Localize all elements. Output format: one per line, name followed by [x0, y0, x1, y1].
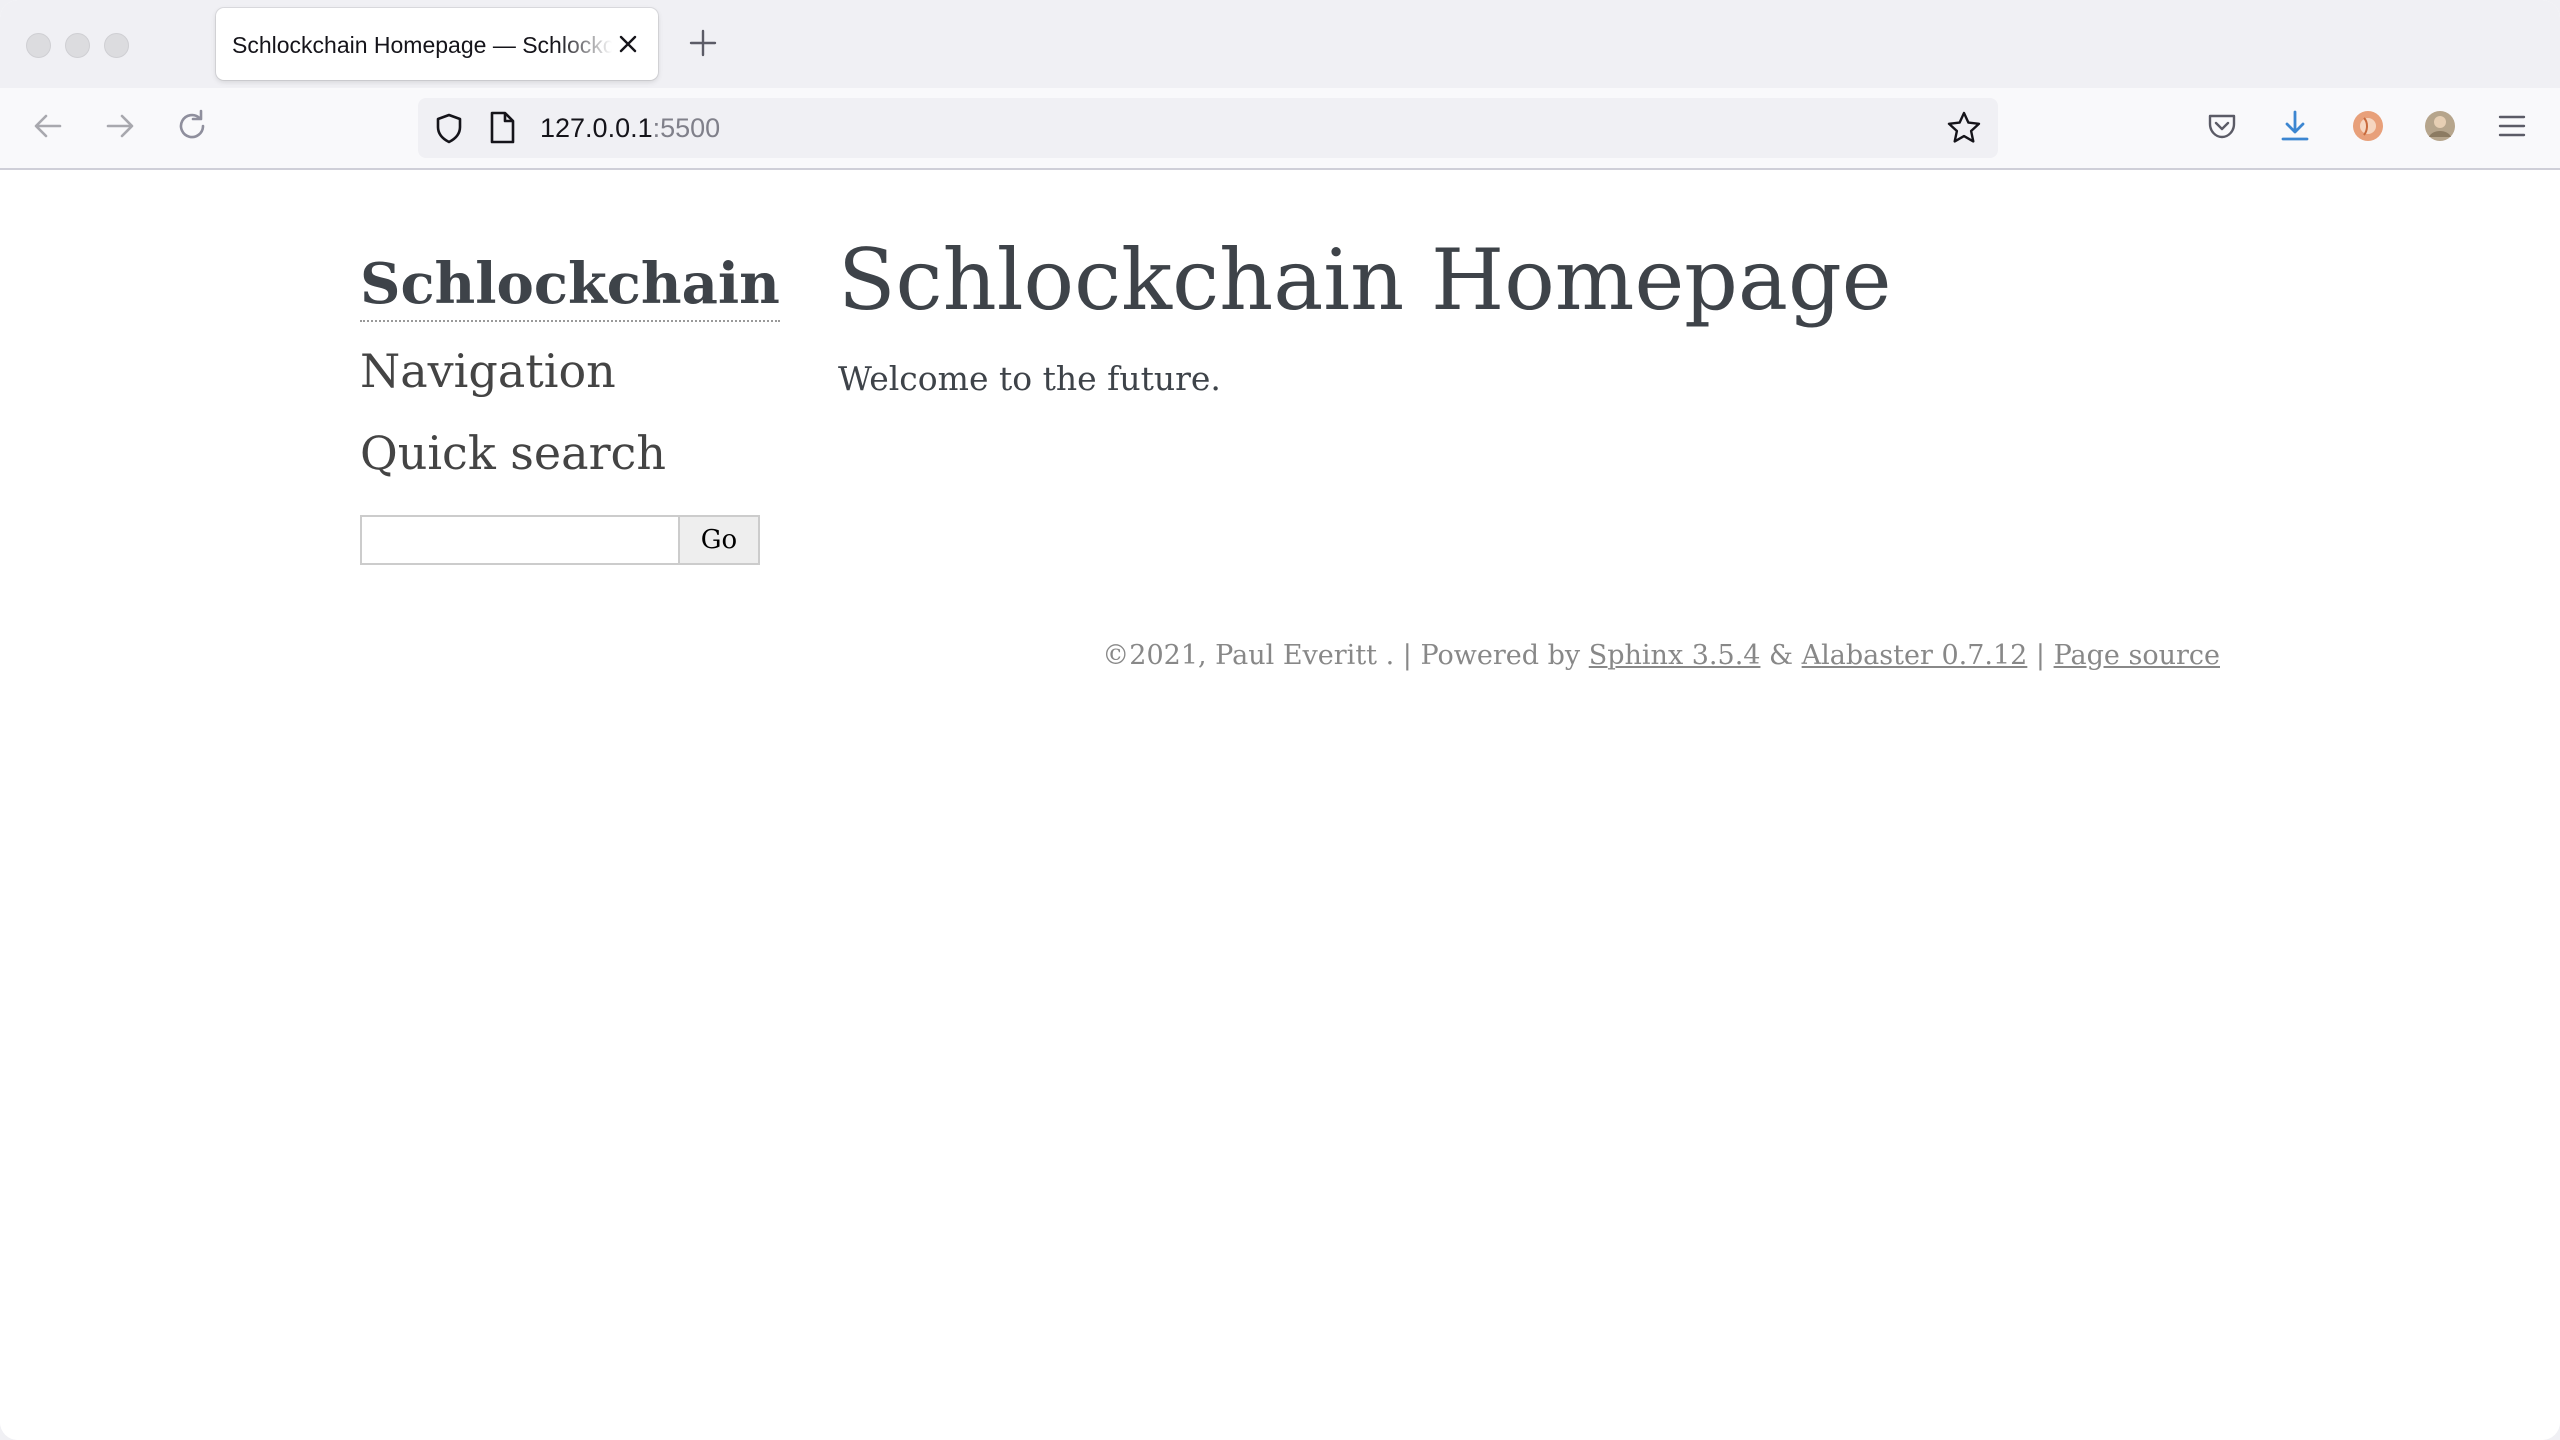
- quick-search-heading: Quick search: [360, 426, 666, 480]
- nav-toolbar: 127.0.0.1:5500: [0, 88, 2560, 170]
- download-icon[interactable]: [2277, 108, 2313, 144]
- page-info-icon[interactable]: [486, 110, 518, 146]
- footer-separator: |: [2027, 640, 2054, 671]
- menu-icon[interactable]: [2494, 108, 2530, 144]
- navigation-heading: Navigation: [360, 344, 616, 398]
- welcome-text: Welcome to the future.: [838, 359, 1221, 398]
- footer-powered-by: Powered by: [1420, 640, 1589, 671]
- forward-icon[interactable]: [102, 108, 138, 144]
- extension-icon[interactable]: [2350, 108, 2386, 144]
- url-port: :5500: [652, 113, 721, 143]
- alabaster-link[interactable]: Alabaster 0.7.12: [1802, 640, 2028, 671]
- account-avatar-icon[interactable]: [2422, 108, 2458, 144]
- page-title: Schlockchain Homepage: [838, 231, 1892, 329]
- close-window-button[interactable]: [26, 33, 51, 58]
- site-logo-link[interactable]: Schlockchain: [360, 250, 780, 322]
- url-bar[interactable]: 127.0.0.1:5500: [418, 98, 1998, 158]
- new-tab-icon[interactable]: [688, 28, 718, 58]
- search-go-button[interactable]: Go: [678, 515, 760, 565]
- url-text[interactable]: 127.0.0.1:5500: [540, 111, 720, 145]
- page-source-link[interactable]: Page source: [2054, 640, 2220, 671]
- footer-copyright: ©2021, Paul Everitt .: [1102, 640, 1395, 671]
- browser-window: Schlockchain Homepage — Schlockchain: [0, 0, 2560, 1440]
- sphinx-link[interactable]: Sphinx 3.5.4: [1589, 640, 1761, 671]
- zoom-window-button[interactable]: [104, 33, 129, 58]
- search-input[interactable]: [360, 515, 680, 565]
- bookmark-star-icon[interactable]: [1946, 110, 1982, 146]
- url-host: 127.0.0.1: [540, 113, 653, 143]
- pocket-icon[interactable]: [2204, 108, 2240, 144]
- tab-active[interactable]: Schlockchain Homepage — Schlockchain: [216, 8, 658, 80]
- tab-title: Schlockchain Homepage — Schlockchain: [232, 32, 612, 58]
- shield-icon[interactable]: [432, 111, 466, 145]
- footer-separator: |: [1394, 640, 1421, 671]
- close-tab-icon[interactable]: [612, 28, 644, 60]
- minimize-window-button[interactable]: [65, 33, 90, 58]
- tab-strip: Schlockchain Homepage — Schlockchain: [0, 0, 2560, 88]
- page-content: Schlockchain Navigation Quick search Go …: [0, 170, 2560, 1440]
- footer-ampersand: &: [1760, 640, 1802, 671]
- reload-icon[interactable]: [174, 108, 210, 144]
- footer: ©2021, Paul Everitt . | Powered by Sphin…: [1102, 638, 2220, 674]
- back-icon[interactable]: [30, 108, 66, 144]
